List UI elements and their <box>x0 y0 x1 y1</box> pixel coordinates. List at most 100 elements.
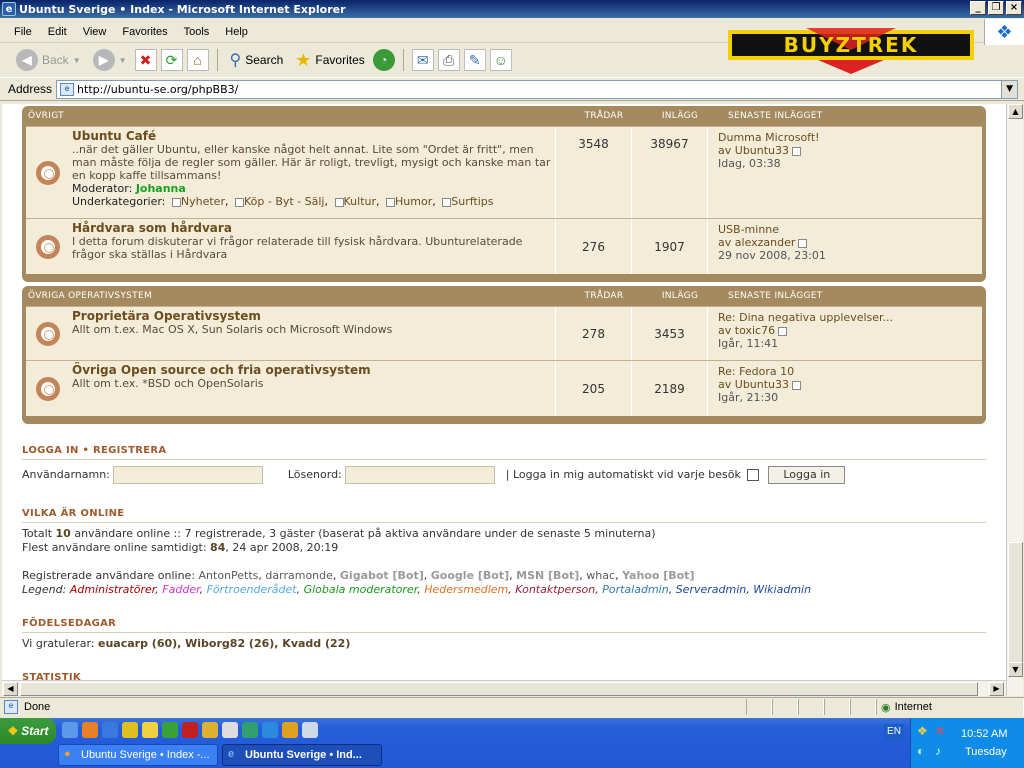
scroll-thumb[interactable] <box>1008 542 1023 672</box>
subforum-link[interactable]: Nyheter <box>181 195 225 208</box>
folder-icon[interactable] <box>202 722 218 738</box>
view-latest-icon[interactable] <box>798 238 808 248</box>
tray-icon[interactable]: ◐ <box>917 744 924 758</box>
edit-icon[interactable]: ✎ <box>463 49 486 71</box>
birthdays-list[interactable]: euacarp (60), Wiborg82 (26), Kvadd (22) <box>98 637 350 650</box>
volume-icon[interactable]: ♪ <box>935 744 941 758</box>
app-icon[interactable] <box>222 722 238 738</box>
mail-icon[interactable]: ✉ <box>411 49 434 71</box>
view-latest-icon[interactable] <box>792 380 802 390</box>
legend-group-link[interactable]: Serveradmin <box>676 583 747 596</box>
taskbar-task-ie-1[interactable]: ● Ubuntu Sverige • Index -... <box>58 744 218 766</box>
search-button[interactable]: ⚲ Search <box>226 48 288 72</box>
password-input[interactable] <box>345 466 496 484</box>
msn-icon[interactable] <box>162 722 178 738</box>
menu-edit[interactable]: Edit <box>40 26 75 38</box>
subforum-link[interactable]: Köp - Byt - Sälj <box>244 195 325 208</box>
username-input[interactable] <box>113 466 264 484</box>
tray-icon[interactable]: ✕ <box>935 724 945 738</box>
ie-quicklaunch-icon[interactable] <box>62 722 78 738</box>
login-button[interactable]: Logga in <box>768 466 846 484</box>
history-icon[interactable]: ◔ <box>372 49 395 71</box>
scroll-right-icon[interactable]: ▶ <box>989 682 1004 696</box>
restore-button[interactable]: ❐ <box>988 1 1004 15</box>
home-icon[interactable]: ⌂ <box>186 49 209 71</box>
legend-group-link[interactable]: Administratörer <box>70 583 155 596</box>
close-button[interactable]: × <box>1006 1 1022 15</box>
last-post-author[interactable]: Ubuntu33 <box>735 378 789 391</box>
scroll-up-icon[interactable]: ▲ <box>1008 104 1023 119</box>
legend-group-link[interactable]: Portaladmin <box>602 583 668 596</box>
online-user-link[interactable]: Google [Bot] <box>431 569 509 582</box>
skype-icon[interactable] <box>262 722 278 738</box>
online-user-link[interactable]: MSN [Bot] <box>516 569 579 582</box>
legend-group-link[interactable]: Förtroenderådet <box>207 583 297 596</box>
print-icon[interactable]: ⎙ <box>437 49 460 71</box>
windows-icon[interactable] <box>122 722 138 738</box>
subforum-link[interactable]: Humor <box>395 195 432 208</box>
address-dropdown-icon[interactable]: ▼ <box>1001 80 1018 98</box>
back-dropdown-icon[interactable]: ▼ <box>73 56 81 65</box>
back-button[interactable]: ◀ Back ▼ <box>12 47 85 73</box>
forum-title-link[interactable]: Övriga Open source och fria operativsyst… <box>72 364 553 377</box>
last-post-link[interactable]: Re: Fedora 10 <box>718 365 801 378</box>
messenger-icon[interactable] <box>142 722 158 738</box>
menu-favorites[interactable]: Favorites <box>114 26 175 38</box>
taskbar-task-ie-2[interactable]: e Ubuntu Sverige • Ind... <box>222 744 382 766</box>
address-input[interactable]: e http://ubuntu-se.org/phpBB3/ ▼ <box>56 79 1019 99</box>
forward-dropdown-icon[interactable]: ▼ <box>119 56 127 65</box>
menu-help[interactable]: Help <box>217 26 256 38</box>
online-user-link[interactable]: whac <box>586 569 615 582</box>
view-latest-icon[interactable] <box>778 326 788 336</box>
last-post-link[interactable]: Dumma Microsoft! <box>718 131 820 144</box>
refresh-icon[interactable]: ⟳ <box>160 49 183 71</box>
last-post-author[interactable]: toxic76 <box>735 324 775 337</box>
last-post-link[interactable]: Re: Dina negativa upplevelser... <box>718 311 893 324</box>
language-indicator[interactable]: EN <box>884 724 904 740</box>
horizontal-scrollbar[interactable]: ◀ ▶ <box>2 680 1006 696</box>
legend-group-link[interactable]: Fadder <box>162 583 199 596</box>
online-user-link[interactable]: darramonde <box>265 569 332 582</box>
subforum-link[interactable]: Kultur <box>344 195 377 208</box>
scroll-left-icon[interactable]: ◀ <box>3 682 18 696</box>
hscroll-thumb[interactable] <box>20 682 978 696</box>
tray-icon[interactable]: ❖ <box>917 724 928 738</box>
moderator-link[interactable]: Johanna <box>136 182 186 195</box>
register-link[interactable]: REGISTRERA <box>93 445 166 456</box>
messenger-icon[interactable]: ☺ <box>489 49 512 71</box>
online-user-link[interactable]: Yahoo [Bot] <box>622 569 694 582</box>
app-icon[interactable] <box>182 722 198 738</box>
forward-button[interactable]: ▶ ▼ <box>89 47 131 73</box>
last-post-link[interactable]: USB-minne <box>718 223 826 236</box>
forum-title-link[interactable]: Proprietära Operativsystem <box>72 310 553 323</box>
stop-icon[interactable]: ✖ <box>134 49 157 71</box>
legend-group-link[interactable]: Wikiadmin <box>753 583 811 596</box>
menu-file[interactable]: File <box>6 26 40 38</box>
view-latest-icon[interactable] <box>792 146 802 156</box>
menu-tools[interactable]: Tools <box>176 26 218 38</box>
app-icon[interactable] <box>302 722 318 738</box>
legend-group-link[interactable]: Hedersmedlem <box>424 583 508 596</box>
forum-title-link[interactable]: Ubuntu Café <box>72 130 553 143</box>
scroll-down-icon[interactable]: ▼ <box>1008 662 1023 677</box>
vertical-scrollbar[interactable]: ▲ ▼ <box>1006 104 1023 696</box>
online-user-link[interactable]: Gigabot [Bot] <box>340 569 424 582</box>
subforum-link[interactable]: Surftips <box>451 195 493 208</box>
favorites-button[interactable]: ★ Favorites <box>291 48 369 73</box>
clock-time[interactable]: 10:52 AM <box>961 728 1007 740</box>
start-button[interactable]: ❖ Start <box>0 718 56 744</box>
firefox-icon[interactable] <box>82 722 98 738</box>
forum-title-link[interactable]: Hårdvara som hårdvara <box>72 222 553 235</box>
legend-group-link[interactable]: Kontaktperson <box>515 583 595 596</box>
ie-icon[interactable] <box>102 722 118 738</box>
last-post-author[interactable]: alexzander <box>735 236 796 249</box>
last-post-author[interactable]: Ubuntu33 <box>735 144 789 157</box>
app-icon[interactable] <box>242 722 258 738</box>
menu-view[interactable]: View <box>75 26 115 38</box>
online-user-link[interactable]: AntonPetts <box>199 569 259 582</box>
minimize-button[interactable]: _ <box>970 1 986 15</box>
app-icon[interactable] <box>282 722 298 738</box>
auto-login-checkbox[interactable] <box>746 469 759 481</box>
legend-group-link[interactable]: Globala moderatorer <box>304 583 418 596</box>
login-link[interactable]: LOGGA IN <box>22 445 79 456</box>
